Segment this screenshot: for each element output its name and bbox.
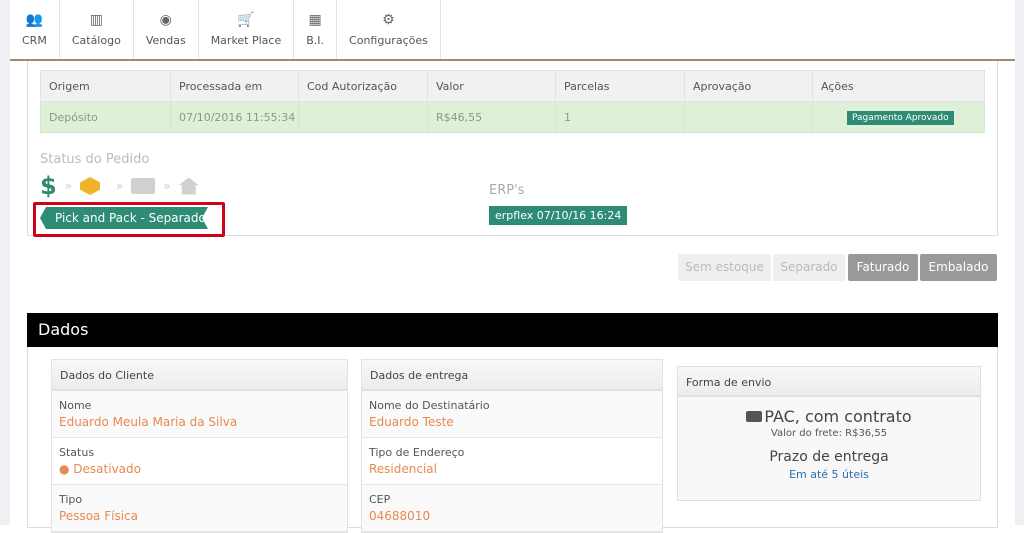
field-label: Nome bbox=[59, 399, 92, 412]
cell-processada: 07/10/2016 11:55:34 bbox=[170, 101, 299, 133]
cell-valor: R$46,55 bbox=[427, 101, 556, 133]
field-label: Nome do Destinatário bbox=[369, 399, 490, 412]
highlight-box bbox=[33, 202, 225, 237]
cell-cod bbox=[298, 101, 428, 133]
order-status-title: Status do Pedido bbox=[40, 152, 150, 167]
chevron-icon: » bbox=[163, 179, 171, 193]
nav-label: Configurações bbox=[349, 34, 428, 47]
table-row: Depósito 07/10/2016 11:55:34 R$46,55 1 P… bbox=[40, 101, 985, 133]
field-destinatario: Nome do Destinatário Eduardo Teste bbox=[362, 391, 662, 438]
card-title: Dados de entrega bbox=[362, 360, 662, 391]
status-steps: $ » » » bbox=[40, 172, 199, 200]
erp-title: ERP's bbox=[489, 183, 525, 198]
field-status: Status ● Desativado bbox=[52, 438, 347, 485]
page-gutter-left bbox=[0, 0, 10, 525]
nav-crm[interactable]: 👥 CRM bbox=[10, 0, 60, 59]
users-icon: 👥 bbox=[25, 12, 44, 28]
nav-label: Market Place bbox=[210, 34, 282, 47]
nav-label: Catálogo bbox=[71, 34, 121, 47]
cell-aprovacao bbox=[684, 101, 813, 133]
shipping-cost: Valor do frete: R$36,55 bbox=[770, 428, 888, 439]
cell-parcelas: 1 bbox=[555, 101, 685, 133]
top-nav: 👥 CRM ▥ Catálogo ◉ Vendas 🛒 Market Place ▦ B.… bbox=[10, 0, 1015, 61]
user-icon: ● bbox=[59, 462, 74, 476]
cell-origem: Depósito bbox=[40, 101, 171, 133]
field-value: Desativado bbox=[73, 462, 141, 476]
field-nome: Nome Eduardo Meula Maria da Silva bbox=[52, 391, 347, 438]
cell-acoes: Pagamento Aprovado bbox=[812, 101, 985, 133]
field-value: Eduardo Teste bbox=[369, 415, 454, 429]
col-processada: Processada em bbox=[170, 70, 299, 102]
delivery-card: Dados de entrega Nome do Destinatário Edu… bbox=[361, 359, 663, 533]
nav-label: CRM bbox=[22, 34, 47, 47]
field-label: Tipo de Endereço bbox=[369, 446, 465, 459]
truck-icon bbox=[746, 411, 763, 422]
home-icon bbox=[178, 177, 199, 195]
dados-title: Dados bbox=[27, 313, 998, 347]
nav-vendas[interactable]: ◉ Vendas bbox=[134, 0, 199, 59]
dollar-icon: $ bbox=[40, 172, 57, 200]
payment-approved-badge: Pagamento Aprovado bbox=[847, 110, 954, 125]
truck-icon bbox=[131, 178, 156, 194]
shipping-method: PAC, com contrato bbox=[764, 407, 912, 426]
col-parcelas: Parcelas bbox=[555, 70, 685, 102]
delivery-time-title: Prazo de entrega bbox=[769, 449, 889, 465]
separado-button[interactable]: Separado bbox=[773, 254, 845, 281]
field-label: Status bbox=[59, 446, 95, 459]
sem-estoque-button[interactable]: Sem estoque bbox=[678, 254, 771, 281]
nav-label: Vendas bbox=[145, 34, 186, 47]
embalado-button[interactable]: Embalado bbox=[920, 254, 997, 281]
eye-icon: ◉ bbox=[159, 12, 172, 28]
gear-icon: ⚙ bbox=[382, 12, 395, 28]
field-value: 04688010 bbox=[369, 509, 431, 523]
field-value: Pessoa Física bbox=[59, 509, 138, 523]
faturado-button[interactable]: Faturado bbox=[848, 254, 918, 281]
col-acoes: Ações bbox=[812, 70, 985, 102]
shipping-card: Forma de envio PAC, com contrato Valor d… bbox=[677, 366, 981, 501]
table-header: Origem Processada em Cod Autorização Val… bbox=[40, 70, 985, 102]
page-gutter-right bbox=[1015, 0, 1024, 525]
field-tipo-endereco: Tipo de Endereço Residencial bbox=[362, 438, 662, 485]
field-value: Eduardo Meula Maria da Silva bbox=[59, 415, 238, 429]
nav-catalogo[interactable]: ▥ Catálogo bbox=[60, 0, 134, 59]
payments-table: Origem Processada em Cod Autorização Val… bbox=[40, 70, 985, 133]
field-label: CEP bbox=[369, 493, 391, 506]
chevron-icon: » bbox=[64, 179, 73, 193]
col-aprovacao: Aprovação bbox=[684, 70, 813, 102]
nav-label: B.I. bbox=[306, 34, 325, 47]
delivery-time: Em até 5 úteis bbox=[789, 468, 869, 481]
field-value: Residencial bbox=[369, 462, 437, 476]
bar-chart-icon: ▦ bbox=[308, 12, 322, 28]
cart-icon: 🛒 bbox=[237, 12, 255, 28]
barcode-icon: ▥ bbox=[89, 12, 103, 28]
col-cod: Cod Autorização bbox=[298, 70, 428, 102]
client-card: Dados do Cliente Nome Eduardo Meula Maria… bbox=[51, 359, 348, 533]
nav-market-place[interactable]: 🛒 Market Place bbox=[199, 0, 295, 59]
nav-configuracoes[interactable]: ⚙ Configurações bbox=[337, 0, 441, 59]
card-title: Dados do Cliente bbox=[52, 360, 347, 391]
col-origem: Origem bbox=[40, 70, 171, 102]
nav-bi[interactable]: ▦ B.I. bbox=[294, 0, 338, 59]
package-icon bbox=[80, 177, 101, 195]
card-title: Forma de envio bbox=[678, 367, 980, 397]
col-valor: Valor bbox=[427, 70, 556, 102]
erp-badge: erpflex 07/10/16 16:24 bbox=[489, 206, 628, 225]
field-label: Tipo bbox=[59, 493, 83, 506]
chevron-icon: » bbox=[116, 179, 124, 193]
